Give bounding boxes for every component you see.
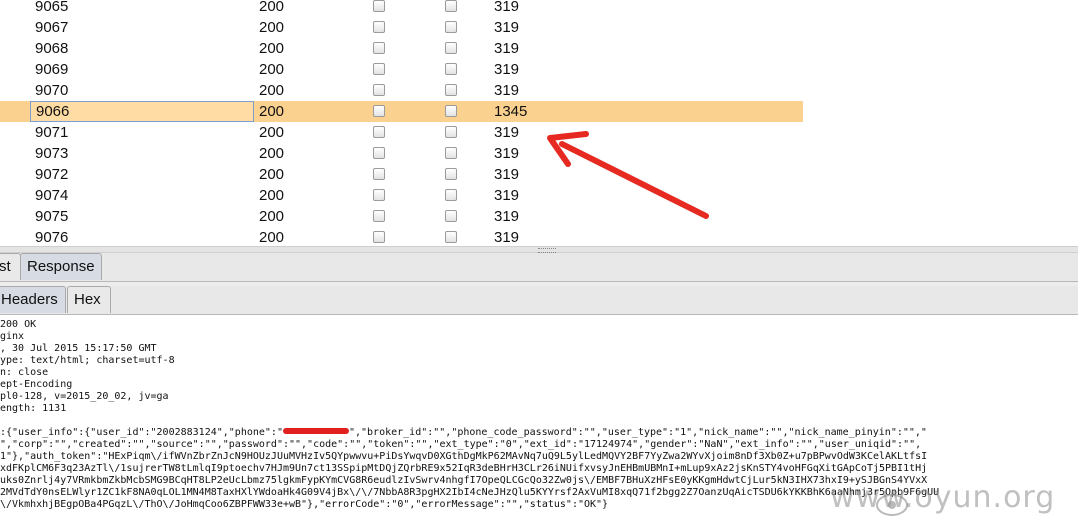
table-row[interactable]: 9065 200 319 xyxy=(0,0,803,17)
timeout-checkbox[interactable] xyxy=(445,21,457,33)
error-checkbox[interactable] xyxy=(373,0,385,12)
timeout-checkbox[interactable] xyxy=(445,231,457,243)
response-line: pl0-128, v=2015_20_02, jv=ga xyxy=(0,391,169,402)
error-checkbox[interactable] xyxy=(373,21,385,33)
tab-request-label: st xyxy=(0,258,11,275)
response-line: n: close xyxy=(0,367,49,378)
response-line: ype: text/html; charset=utf-8 xyxy=(0,355,175,366)
error-checkbox[interactable] xyxy=(373,210,385,222)
status-code: 200 xyxy=(259,166,285,183)
table-row[interactable]: 9066 200 1345 xyxy=(0,101,803,122)
timeout-checkbox[interactable] xyxy=(445,147,457,159)
tab-hex[interactable]: Hex xyxy=(67,286,111,313)
error-checkbox[interactable] xyxy=(373,126,385,138)
response-line: ength: 1131 xyxy=(0,403,67,414)
request-number: 9073 xyxy=(35,145,69,162)
response-length: 319 xyxy=(494,61,520,78)
table-row[interactable]: 9068 200 319 xyxy=(0,38,803,59)
message-tab-bar: st Response xyxy=(0,253,1078,282)
response-line: 200 OK xyxy=(0,319,37,330)
status-code: 200 xyxy=(259,208,285,225)
error-checkbox[interactable] xyxy=(373,168,385,180)
request-number: 9075 xyxy=(35,208,69,225)
status-code: 200 xyxy=(259,82,285,99)
tab-headers[interactable]: Headers xyxy=(0,286,66,313)
response-line: ","corp":"","created":"","source":"","pa… xyxy=(0,439,922,450)
error-checkbox[interactable] xyxy=(373,63,385,75)
request-number: 9067 xyxy=(35,19,69,36)
table-row[interactable]: 9070 200 319 xyxy=(0,80,803,101)
request-number: 9070 xyxy=(35,82,69,99)
error-checkbox[interactable] xyxy=(373,84,385,96)
status-code: 200 xyxy=(259,0,285,15)
response-length: 319 xyxy=(494,19,520,36)
timeout-checkbox[interactable] xyxy=(445,210,457,222)
status-code: 200 xyxy=(259,103,285,120)
response-line: 2MVdTdY0nsELWlyr1ZC1kF8NA0qLOL1MN4M8TaxH… xyxy=(0,487,940,498)
response-length: 1345 xyxy=(494,103,528,120)
arrow-shaft xyxy=(559,141,709,219)
request-number: 9068 xyxy=(35,40,69,57)
tab-request[interactable]: st xyxy=(0,253,21,280)
request-number: 9066 xyxy=(30,101,254,122)
tab-response[interactable]: Response xyxy=(20,253,102,280)
tab-headers-label: Headers xyxy=(1,291,58,308)
response-line-text: :{"user_info":{"user_id":"2002883124","p… xyxy=(0,427,283,438)
response-line: uks0Znrlj4y7VRmkbmZkbMcbSMG9BCqHT8LP2eUc… xyxy=(0,475,928,486)
request-number: 9065 xyxy=(35,0,69,15)
table-row[interactable]: 9069 200 319 xyxy=(0,59,803,80)
response-line: \/VkmhxhjBEgpOBa4PGqzL\/ThO\/JoHmqCoo6ZB… xyxy=(0,499,609,510)
status-code: 200 xyxy=(259,187,285,204)
status-code: 200 xyxy=(259,40,285,57)
status-code: 200 xyxy=(259,19,285,36)
timeout-checkbox[interactable] xyxy=(445,189,457,201)
tab-response-label: Response xyxy=(27,258,95,275)
view-tab-bar: Headers Hex xyxy=(0,286,1078,315)
response-length: 319 xyxy=(494,229,520,246)
table-row[interactable]: 9076 200 319 xyxy=(0,227,803,246)
timeout-checkbox[interactable] xyxy=(445,84,457,96)
watermark-text: www.oyun.org xyxy=(830,480,1056,515)
response-length: 319 xyxy=(494,0,520,15)
response-line: 1"},"auth_token":"HExPiqm\/ifWVnZbrZnJcN… xyxy=(0,451,928,462)
timeout-checkbox[interactable] xyxy=(445,0,457,12)
error-checkbox[interactable] xyxy=(373,147,385,159)
request-number: 9069 xyxy=(35,61,69,78)
table-blank-area xyxy=(803,0,1078,246)
request-number: 9071 xyxy=(35,124,69,141)
red-arrow-annotation xyxy=(547,131,709,219)
table-row[interactable]: 9067 200 319 xyxy=(0,17,803,38)
tab-hex-label: Hex xyxy=(74,291,101,308)
status-code: 200 xyxy=(259,145,285,162)
timeout-checkbox[interactable] xyxy=(445,168,457,180)
timeout-checkbox[interactable] xyxy=(445,126,457,138)
response-line: ginx xyxy=(0,331,25,342)
response-line: :{"user_info":{"user_id":"2002883124","p… xyxy=(0,427,927,439)
error-checkbox[interactable] xyxy=(373,42,385,54)
request-number: 9076 xyxy=(35,229,69,246)
status-code: 200 xyxy=(259,124,285,141)
response-line: ept-Encoding xyxy=(0,379,73,390)
request-number: 9074 xyxy=(35,187,69,204)
response-line: xdFKplCM6F3q23AzTl\/1sujrerTW8tLmlqI9pto… xyxy=(0,463,928,474)
timeout-checkbox[interactable] xyxy=(445,42,457,54)
timeout-checkbox[interactable] xyxy=(445,105,457,117)
timeout-checkbox[interactable] xyxy=(445,63,457,75)
response-line: , 30 Jul 2015 15:17:50 GMT xyxy=(0,343,157,354)
status-code: 200 xyxy=(259,229,285,246)
request-number: 9072 xyxy=(35,166,69,183)
error-checkbox[interactable] xyxy=(373,189,385,201)
error-checkbox[interactable] xyxy=(373,105,385,117)
response-length: 319 xyxy=(494,82,520,99)
response-line-text: ","broker_id":"","phone_code_password":"… xyxy=(348,427,927,438)
response-length: 319 xyxy=(494,40,520,57)
error-checkbox[interactable] xyxy=(373,231,385,243)
redaction-mark xyxy=(282,428,349,434)
pane-splitter[interactable] xyxy=(0,246,1078,253)
status-code: 200 xyxy=(259,61,285,78)
